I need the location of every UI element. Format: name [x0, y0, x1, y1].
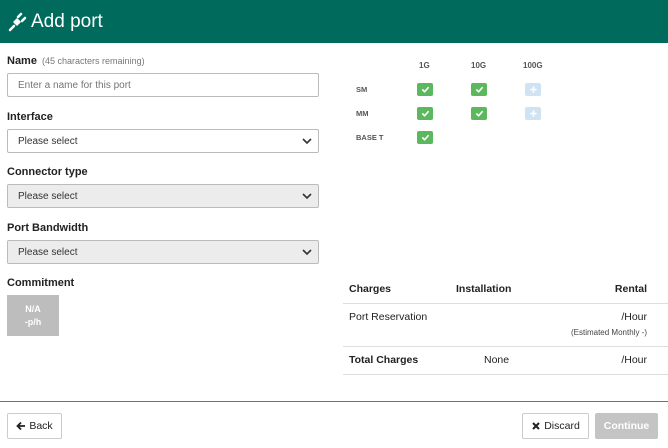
connector-type-select[interactable]: Please select [7, 184, 319, 208]
port-bandwidth-value: Please select [18, 246, 78, 258]
interface-label: Interface [7, 111, 53, 123]
port-reservation-rental: /Hour [621, 311, 647, 323]
continue-button-label: Continue [603, 420, 650, 432]
chevron-down-icon [302, 138, 312, 145]
commitment-badge: N/A -p/h [7, 295, 59, 336]
divider [343, 346, 668, 347]
check-icon [421, 86, 429, 93]
option-mm-1g[interactable] [417, 107, 433, 120]
check-icon [421, 110, 429, 117]
discard-button-label: Discard [544, 420, 580, 432]
check-icon [421, 134, 429, 141]
check-icon [475, 110, 483, 117]
port-reservation-row: Port Reservation /Hour (Estimated Monthl… [343, 311, 668, 341]
total-rental: /Hour [621, 354, 647, 366]
plug-icon [8, 12, 27, 31]
commitment-rate: -p/h [24, 316, 42, 327]
close-icon [532, 422, 540, 430]
option-mm-100g[interactable] [525, 107, 541, 120]
back-button[interactable]: Back [7, 413, 62, 439]
total-charges-row: Total Charges None /Hour [343, 354, 668, 368]
back-button-label: Back [29, 420, 53, 432]
matrix-row-base-t: BASE T [356, 133, 384, 142]
matrix-row-sm: SM [356, 85, 368, 94]
divider [343, 303, 668, 304]
total-charges-label: Total Charges [349, 354, 419, 366]
chevron-down-icon [302, 193, 312, 200]
plus-icon [529, 110, 537, 117]
chevron-down-icon [302, 249, 312, 256]
connector-type-value: Please select [18, 190, 78, 202]
connector-type-label: Connector type [7, 166, 88, 178]
name-label-text: Name [7, 55, 37, 67]
port-bandwidth-select[interactable]: Please select [7, 240, 319, 264]
rental-col-header: Rental [614, 283, 647, 295]
check-icon [475, 86, 483, 93]
estimated-monthly: (Estimated Monthly -) [570, 328, 647, 337]
plus-icon [529, 86, 537, 93]
interface-select[interactable]: Please select [7, 129, 319, 153]
footer-divider [0, 401, 668, 402]
arrow-left-icon [16, 421, 26, 431]
interface-value: Please select [18, 135, 78, 147]
name-label: Name (45 characters remaining) [7, 55, 145, 67]
modal-header: Add port [0, 0, 668, 43]
option-sm-1g[interactable] [417, 83, 433, 96]
continue-button[interactable]: Continue [595, 413, 658, 439]
option-base-t-1g[interactable] [417, 131, 433, 144]
commitment-label: Commitment [7, 277, 75, 289]
total-installation: None [484, 354, 510, 366]
charges-header-row: Charges Installation Rental [343, 283, 668, 297]
option-sm-10g[interactable] [471, 83, 487, 96]
divider [343, 374, 668, 375]
matrix-col-10g: 10G [471, 61, 487, 70]
discard-button[interactable]: Discard [522, 413, 589, 439]
option-mm-10g[interactable] [471, 107, 487, 120]
option-sm-100g[interactable] [525, 83, 541, 96]
matrix-col-1g: 1G [419, 61, 430, 70]
page-title: Add port [31, 10, 103, 32]
matrix-row-mm: MM [356, 109, 369, 118]
characters-remaining: (45 characters remaining) [42, 56, 145, 66]
installation-col-header: Installation [456, 283, 512, 295]
port-bandwidth-label: Port Bandwidth [7, 222, 89, 234]
commitment-value: N/A [25, 303, 41, 314]
matrix-col-100g: 100G [523, 61, 543, 70]
port-name-input[interactable] [7, 73, 319, 97]
charges-col-header: Charges [349, 283, 392, 295]
port-reservation-label: Port Reservation [349, 311, 428, 323]
